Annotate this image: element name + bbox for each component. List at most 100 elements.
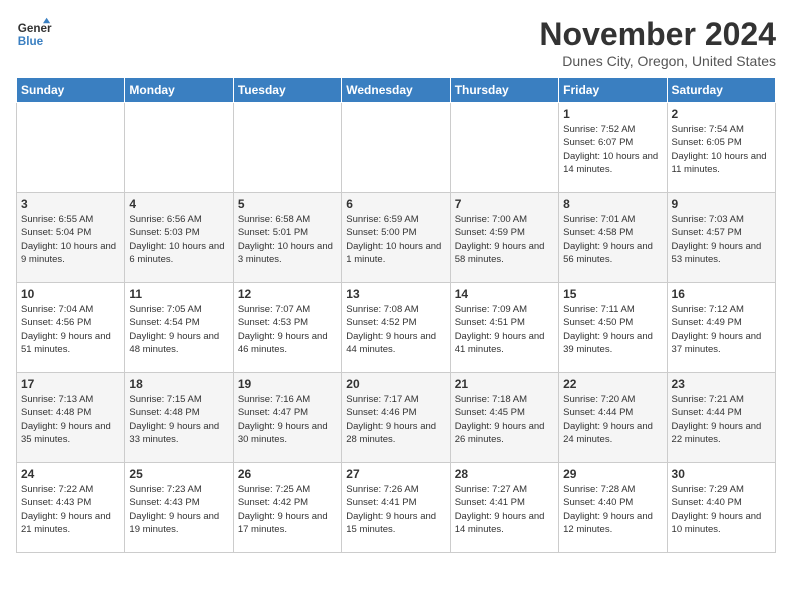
day-info: Sunrise: 7:09 AM Sunset: 4:51 PM Dayligh…	[455, 303, 554, 356]
day-info: Sunrise: 7:16 AM Sunset: 4:47 PM Dayligh…	[238, 393, 337, 446]
calendar-cell: 29 Sunrise: 7:28 AM Sunset: 4:40 PM Dayli…	[559, 463, 667, 553]
day-number: 21	[455, 377, 554, 391]
day-info: Sunrise: 7:01 AM Sunset: 4:58 PM Dayligh…	[563, 213, 662, 266]
calendar-cell: 25 Sunrise: 7:23 AM Sunset: 4:43 PM Dayli…	[125, 463, 233, 553]
day-info: Sunrise: 6:55 AM Sunset: 5:04 PM Dayligh…	[21, 213, 120, 266]
day-info: Sunrise: 7:07 AM Sunset: 4:53 PM Dayligh…	[238, 303, 337, 356]
day-number: 9	[672, 197, 771, 211]
day-info: Sunrise: 7:00 AM Sunset: 4:59 PM Dayligh…	[455, 213, 554, 266]
day-number: 14	[455, 287, 554, 301]
weekday-header-monday: Monday	[125, 78, 233, 103]
day-info: Sunrise: 7:08 AM Sunset: 4:52 PM Dayligh…	[346, 303, 445, 356]
header: General Blue November 2024 Dunes City, O…	[16, 16, 776, 69]
weekday-header-saturday: Saturday	[667, 78, 775, 103]
calendar-cell: 3 Sunrise: 6:55 AM Sunset: 5:04 PM Daylig…	[17, 193, 125, 283]
weekday-header-sunday: Sunday	[17, 78, 125, 103]
day-number: 28	[455, 467, 554, 481]
week-row: 24 Sunrise: 7:22 AM Sunset: 4:43 PM Dayli…	[17, 463, 776, 553]
day-number: 29	[563, 467, 662, 481]
calendar-cell: 5Sunrise: 6:58 AM Sunset: 5:01 PM Daylig…	[233, 193, 341, 283]
day-info: Sunrise: 7:25 AM Sunset: 4:42 PM Dayligh…	[238, 483, 337, 536]
calendar-cell: 14 Sunrise: 7:09 AM Sunset: 4:51 PM Dayli…	[450, 283, 558, 373]
day-info: Sunrise: 6:58 AM Sunset: 5:01 PM Dayligh…	[238, 213, 337, 266]
calendar-cell	[450, 103, 558, 193]
calendar-cell: 6 Sunrise: 6:59 AM Sunset: 5:00 PM Daylig…	[342, 193, 450, 283]
day-info: Sunrise: 7:29 AM Sunset: 4:40 PM Dayligh…	[672, 483, 771, 536]
day-info: Sunrise: 7:12 AM Sunset: 4:49 PM Dayligh…	[672, 303, 771, 356]
logo: General Blue	[16, 16, 52, 52]
calendar-cell: 27Sunrise: 7:26 AM Sunset: 4:41 PM Dayli…	[342, 463, 450, 553]
weekday-header-wednesday: Wednesday	[342, 78, 450, 103]
calendar-cell: 15 Sunrise: 7:11 AM Sunset: 4:50 PM Dayli…	[559, 283, 667, 373]
day-number: 19	[238, 377, 337, 391]
svg-text:Blue: Blue	[18, 35, 44, 48]
day-info: Sunrise: 7:04 AM Sunset: 4:56 PM Dayligh…	[21, 303, 120, 356]
week-row: 1Sunrise: 7:52 AM Sunset: 6:07 PM Daylig…	[17, 103, 776, 193]
calendar-cell: 4 Sunrise: 6:56 AM Sunset: 5:03 PM Daylig…	[125, 193, 233, 283]
day-info: Sunrise: 7:21 AM Sunset: 4:44 PM Dayligh…	[672, 393, 771, 446]
calendar-cell: 8Sunrise: 7:01 AM Sunset: 4:58 PM Daylig…	[559, 193, 667, 283]
calendar-cell	[17, 103, 125, 193]
day-number: 18	[129, 377, 228, 391]
day-number: 4	[129, 197, 228, 211]
day-info: Sunrise: 7:23 AM Sunset: 4:43 PM Dayligh…	[129, 483, 228, 536]
day-number: 23	[672, 377, 771, 391]
day-number: 3	[21, 197, 120, 211]
calendar-cell: 28 Sunrise: 7:27 AM Sunset: 4:41 PM Dayli…	[450, 463, 558, 553]
day-info: Sunrise: 7:26 AM Sunset: 4:41 PM Dayligh…	[346, 483, 445, 536]
svg-text:General: General	[18, 22, 52, 35]
calendar-cell: 7Sunrise: 7:00 AM Sunset: 4:59 PM Daylig…	[450, 193, 558, 283]
day-info: Sunrise: 7:11 AM Sunset: 4:50 PM Dayligh…	[563, 303, 662, 356]
day-info: Sunrise: 7:28 AM Sunset: 4:40 PM Dayligh…	[563, 483, 662, 536]
day-info: Sunrise: 7:15 AM Sunset: 4:48 PM Dayligh…	[129, 393, 228, 446]
day-number: 20	[346, 377, 445, 391]
calendar-cell: 24 Sunrise: 7:22 AM Sunset: 4:43 PM Dayli…	[17, 463, 125, 553]
logo-icon: General Blue	[16, 16, 52, 52]
week-row: 3 Sunrise: 6:55 AM Sunset: 5:04 PM Daylig…	[17, 193, 776, 283]
calendar-cell: 17 Sunrise: 7:13 AM Sunset: 4:48 PM Dayli…	[17, 373, 125, 463]
weekday-header-friday: Friday	[559, 78, 667, 103]
day-number: 10	[21, 287, 120, 301]
day-info: Sunrise: 6:56 AM Sunset: 5:03 PM Dayligh…	[129, 213, 228, 266]
day-info: Sunrise: 7:52 AM Sunset: 6:07 PM Dayligh…	[563, 123, 662, 176]
calendar-body: 1Sunrise: 7:52 AM Sunset: 6:07 PM Daylig…	[17, 103, 776, 553]
month-title: November 2024	[539, 16, 776, 53]
day-number: 22	[563, 377, 662, 391]
week-row: 10 Sunrise: 7:04 AM Sunset: 4:56 PM Dayli…	[17, 283, 776, 373]
calendar-header: SundayMondayTuesdayWednesdayThursdayFrid…	[17, 78, 776, 103]
day-number: 11	[129, 287, 228, 301]
day-number: 24	[21, 467, 120, 481]
calendar-cell: 16 Sunrise: 7:12 AM Sunset: 4:49 PM Dayli…	[667, 283, 775, 373]
day-info: Sunrise: 7:27 AM Sunset: 4:41 PM Dayligh…	[455, 483, 554, 536]
weekday-row: SundayMondayTuesdayWednesdayThursdayFrid…	[17, 78, 776, 103]
day-number: 17	[21, 377, 120, 391]
day-number: 30	[672, 467, 771, 481]
day-number: 15	[563, 287, 662, 301]
day-number: 2	[672, 107, 771, 121]
calendar-cell	[233, 103, 341, 193]
day-info: Sunrise: 7:13 AM Sunset: 4:48 PM Dayligh…	[21, 393, 120, 446]
day-number: 6	[346, 197, 445, 211]
day-number: 26	[238, 467, 337, 481]
day-info: Sunrise: 7:22 AM Sunset: 4:43 PM Dayligh…	[21, 483, 120, 536]
calendar-cell: 9 Sunrise: 7:03 AM Sunset: 4:57 PM Daylig…	[667, 193, 775, 283]
calendar-cell: 19 Sunrise: 7:16 AM Sunset: 4:47 PM Dayli…	[233, 373, 341, 463]
calendar-cell: 13Sunrise: 7:08 AM Sunset: 4:52 PM Dayli…	[342, 283, 450, 373]
calendar-cell: 20 Sunrise: 7:17 AM Sunset: 4:46 PM Dayli…	[342, 373, 450, 463]
calendar-cell: 11 Sunrise: 7:05 AM Sunset: 4:54 PM Dayli…	[125, 283, 233, 373]
calendar-cell: 18 Sunrise: 7:15 AM Sunset: 4:48 PM Dayli…	[125, 373, 233, 463]
calendar-cell: 30 Sunrise: 7:29 AM Sunset: 4:40 PM Dayli…	[667, 463, 775, 553]
day-info: Sunrise: 7:05 AM Sunset: 4:54 PM Dayligh…	[129, 303, 228, 356]
day-number: 25	[129, 467, 228, 481]
day-number: 16	[672, 287, 771, 301]
weekday-header-thursday: Thursday	[450, 78, 558, 103]
title-area: November 2024 Dunes City, Oregon, United…	[539, 16, 776, 69]
day-info: Sunrise: 7:03 AM Sunset: 4:57 PM Dayligh…	[672, 213, 771, 266]
day-info: Sunrise: 6:59 AM Sunset: 5:00 PM Dayligh…	[346, 213, 445, 266]
calendar-cell	[342, 103, 450, 193]
calendar-cell: 23 Sunrise: 7:21 AM Sunset: 4:44 PM Dayli…	[667, 373, 775, 463]
day-number: 12	[238, 287, 337, 301]
day-info: Sunrise: 7:17 AM Sunset: 4:46 PM Dayligh…	[346, 393, 445, 446]
calendar-cell: 1Sunrise: 7:52 AM Sunset: 6:07 PM Daylig…	[559, 103, 667, 193]
location-title: Dunes City, Oregon, United States	[539, 53, 776, 69]
